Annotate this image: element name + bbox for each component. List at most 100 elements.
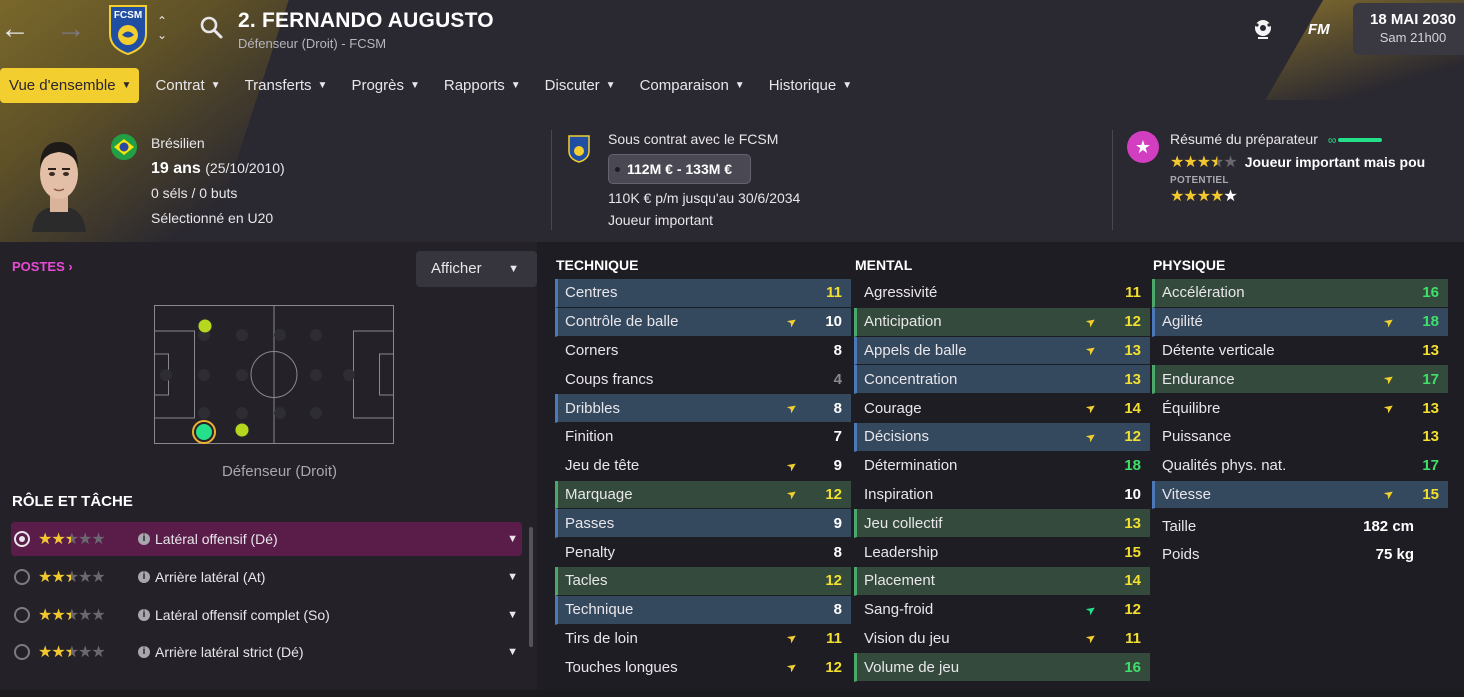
progress-arrow-icon: ➤ — [1380, 313, 1398, 331]
squad-role: Joueur important — [608, 212, 714, 228]
chevron-down-icon[interactable]: ▼ — [507, 646, 518, 658]
info-icon[interactable]: i — [138, 533, 150, 545]
tab-vue-ensemble[interactable]: Vue d'ensemble ▼ — [0, 68, 140, 103]
attribute-row[interactable]: Corners 8 — [555, 337, 851, 366]
attribute-row[interactable]: Tacles 12 — [555, 566, 851, 596]
attribute-row[interactable]: Détente verticale 13 — [1152, 337, 1448, 366]
attribute-row[interactable]: Coups francs 4 — [555, 365, 851, 395]
attribute-row[interactable]: Touches longues ➤ 12 — [555, 653, 851, 683]
attribute-row[interactable]: Tirs de loin ➤ 11 — [555, 625, 851, 654]
attribute-row[interactable]: Courage ➤ 14 — [854, 394, 1150, 423]
attribute-row[interactable]: Appels de balle ➤ 13 — [854, 336, 1150, 366]
attribute-name: Penalty — [565, 543, 616, 561]
attribute-row[interactable]: Jeu de tête ➤ 9 — [555, 452, 851, 481]
role-row[interactable]: ★★★★★★ i Latéral offensif (Dé) ▼ — [11, 522, 522, 556]
attribute-value: 14 — [1124, 572, 1141, 590]
attribute-row[interactable]: Inspiration 10 — [854, 481, 1150, 510]
weight-value: 75 kg — [1375, 546, 1414, 563]
scout-summary[interactable]: Résumé du préparateur ∞ ★★★★★★ Joueur imp… — [1170, 131, 1464, 206]
tab-rapports[interactable]: Rapports ▼ — [435, 68, 529, 103]
attribute-row[interactable]: Dribbles ➤ 8 — [555, 394, 851, 423]
chevron-down-icon[interactable]: ▼ — [507, 533, 518, 545]
club-crest-icon[interactable]: FCSM — [108, 4, 148, 56]
current-time: Sam 21h00 — [1379, 30, 1447, 45]
mental-title: MENTAL — [855, 257, 913, 273]
role-row[interactable]: ★★★★★★ i Latéral offensif complet (So) ▼ — [11, 598, 522, 632]
current-date: 18 MAI 2030 — [1370, 11, 1456, 28]
roles-scrollbar[interactable] — [529, 527, 533, 647]
chevron-down-icon: ▼ — [510, 80, 521, 91]
search-icon[interactable] — [200, 16, 224, 40]
attribute-row[interactable]: Vision du jeu ➤ 11 — [854, 625, 1150, 654]
attribute-value: 12 — [825, 485, 842, 503]
attribute-row[interactable]: Concentration 13 — [854, 365, 1150, 395]
attribute-row[interactable]: Équilibre ➤ 13 — [1152, 394, 1448, 423]
attribute-row[interactable]: Décisions ➤ 12 — [854, 422, 1150, 452]
attribute-name: Jeu collectif — [864, 514, 943, 532]
attribute-row[interactable]: Jeu collectif 13 — [854, 509, 1150, 539]
role-radio[interactable] — [14, 644, 30, 660]
attribute-row[interactable]: Agilité ➤ 18 — [1152, 307, 1448, 337]
role-radio[interactable] — [14, 569, 30, 585]
back-arrow-icon[interactable]: ← — [0, 14, 30, 44]
forward-arrow-icon[interactable]: → — [56, 14, 86, 44]
attribute-row[interactable]: Qualités phys. nat. 17 — [1152, 452, 1448, 481]
ball-icon[interactable] — [1252, 18, 1274, 40]
attribute-row[interactable]: Détermination 18 — [854, 452, 1150, 481]
attribute-name: Équilibre — [1162, 399, 1221, 417]
attribute-name: Inspiration — [864, 485, 934, 503]
attribute-name: Accélération — [1162, 284, 1245, 302]
tab-historique[interactable]: Historique ▼ — [760, 68, 860, 103]
attribute-value: 13 — [1124, 370, 1141, 388]
fm-logo[interactable]: FM — [1308, 21, 1330, 38]
display-dropdown[interactable]: Afficher ▼ — [416, 251, 537, 287]
physique-column: PHYSIQUE Accélération 16 Agilité ➤ 18 Détente… — [1152, 242, 1448, 510]
attribute-row[interactable]: Centres 11 — [555, 279, 851, 308]
tab-contrat[interactable]: Contrat ▼ — [146, 68, 228, 103]
date-continue-button[interactable]: 18 MAI 2030 Sam 21h00 — [1353, 3, 1464, 55]
role-row[interactable]: ★★★★★★ i Arrière latéral strict (Dé) ▼ — [11, 635, 522, 669]
transfer-value-badge[interactable]: 112M € - 133M € — [608, 154, 752, 184]
tab-discuter[interactable]: Discuter ▼ — [536, 68, 624, 103]
attribute-value: 16 — [1422, 284, 1439, 302]
attribute-row[interactable]: Volume de jeu 16 — [854, 653, 1150, 683]
attribute-row[interactable]: Placement 14 — [854, 566, 1150, 596]
chevron-down-icon[interactable]: ▼ — [507, 609, 518, 621]
attribute-row[interactable]: Leadership 15 — [854, 538, 1150, 567]
attribute-row[interactable]: Agressivité 11 — [854, 279, 1150, 308]
attribute-value: 12 — [1124, 313, 1141, 331]
info-icon[interactable]: i — [138, 571, 150, 583]
info-icon[interactable]: i — [138, 609, 150, 621]
attribute-row[interactable]: Passes 9 — [555, 509, 851, 539]
attribute-name: Détermination — [864, 457, 958, 475]
attribute-row[interactable]: Marquage ➤ 12 — [555, 480, 851, 510]
role-stars: ★★★★★★ — [38, 644, 106, 661]
positions-link[interactable]: POSTES › — [12, 259, 73, 274]
role-row[interactable]: ★★★★★★ i Arrière latéral (At) ▼ — [11, 560, 522, 594]
role-radio[interactable] — [14, 607, 30, 623]
attribute-row[interactable]: Accélération 16 — [1152, 279, 1448, 308]
attribute-row[interactable]: Anticipation ➤ 12 — [854, 307, 1150, 337]
info-icon[interactable]: i — [138, 646, 150, 658]
attribute-row[interactable]: Technique 8 — [555, 595, 851, 625]
tab-progres[interactable]: Progrès ▼ — [342, 68, 427, 103]
attribute-name: Agilité — [1162, 313, 1203, 331]
tab-bar: Vue d'ensemble ▼ Contrat ▼ Transferts ▼ Pro… — [0, 68, 867, 103]
player-switch-arrows-icon[interactable]: ⌃ ⌄ — [157, 14, 167, 42]
attribute-row[interactable]: Sang-froid ➤ 12 — [854, 596, 1150, 625]
attribute-row[interactable]: Finition 7 — [555, 423, 851, 452]
role-radio[interactable] — [14, 531, 30, 547]
technique-column: TECHNIQUE Centres 11 Contrôle de balle ➤ 10 C… — [555, 242, 851, 683]
attribute-row[interactable]: Endurance ➤ 17 — [1152, 365, 1448, 395]
player-name: 2. FERNANDO AUGUSTO — [238, 9, 494, 32]
chevron-down-icon: ▼ — [317, 80, 328, 91]
attribute-row[interactable]: Puissance 13 — [1152, 423, 1448, 452]
attribute-name: Tirs de loin — [565, 629, 638, 647]
attribute-row[interactable]: Penalty 8 — [555, 538, 851, 567]
tab-comparaison[interactable]: Comparaison ▼ — [631, 68, 753, 103]
tab-transferts[interactable]: Transferts ▼ — [236, 68, 336, 103]
attribute-row[interactable]: Vitesse ➤ 15 — [1152, 480, 1448, 510]
attribute-row[interactable]: Contrôle de balle ➤ 10 — [555, 307, 851, 337]
attribute-name: Sang-froid — [864, 601, 934, 619]
chevron-down-icon[interactable]: ▼ — [507, 571, 518, 583]
